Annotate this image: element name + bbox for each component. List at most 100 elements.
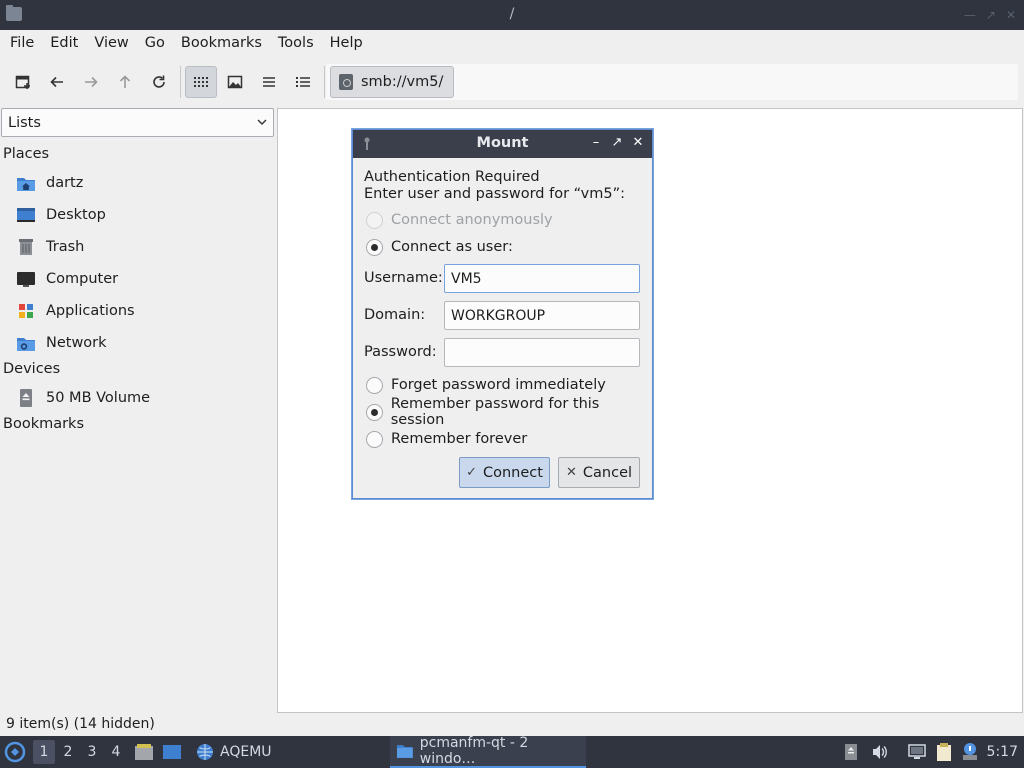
start-menu-button[interactable] xyxy=(4,736,26,768)
path-crumb-label: smb://vm5/ xyxy=(361,74,444,90)
place-item-desktop[interactable]: Desktop xyxy=(16,202,106,228)
trash-icon xyxy=(19,239,33,255)
bookmarks-heading: Bookmarks xyxy=(3,416,85,432)
radio-indicator xyxy=(366,376,383,394)
side-panel-mode-value: Lists xyxy=(8,114,41,131)
window-titlebar: / — ↗ ✕ xyxy=(0,0,1024,30)
password-label: Password: xyxy=(364,344,437,360)
path-crumb-button[interactable]: smb://vm5/ xyxy=(330,66,455,98)
password-field[interactable] xyxy=(444,338,640,367)
aqemu-task[interactable]: AQEMU xyxy=(196,736,272,768)
clipboard-tray[interactable] xyxy=(935,736,953,768)
update-notifier-tray[interactable] xyxy=(961,736,979,768)
device-item-label: 50 MB Volume xyxy=(46,390,151,406)
network-drive-icon xyxy=(339,74,353,90)
cancel-button[interactable]: ✕ Cancel xyxy=(558,457,640,488)
pcmanfm-task-label: pcmanfm-qt - 2 windo… xyxy=(419,735,529,767)
menubar: File Edit View Go Bookmarks Tools Help xyxy=(0,30,1024,56)
radio-indicator xyxy=(366,430,383,448)
forget-password-radio[interactable]: Forget password immediately xyxy=(366,375,606,395)
maximize-icon[interactable]: ↗ xyxy=(986,8,996,22)
chevron-down-icon xyxy=(257,119,267,125)
desktop-switch-1[interactable]: 1 xyxy=(33,740,55,764)
up-button[interactable] xyxy=(109,66,141,98)
image-icon xyxy=(227,75,243,89)
device-item-volume[interactable]: 50 MB Volume xyxy=(16,385,150,411)
place-item-applications[interactable]: Applications xyxy=(16,298,135,324)
radio-label: Forget password immediately xyxy=(391,377,606,393)
radio-indicator xyxy=(366,238,383,256)
domain-field[interactable] xyxy=(444,301,640,330)
remember-forever-radio[interactable]: Remember forever xyxy=(366,429,527,449)
taskbar: 1 2 3 4 AQEMU pcmanfm-qt - 2 windo… 5:17 xyxy=(0,735,1024,768)
domain-label: Domain: xyxy=(364,307,426,323)
grid-view-icon xyxy=(194,77,208,87)
forward-button[interactable] xyxy=(75,66,107,98)
desktop-switch-3[interactable]: 3 xyxy=(81,740,103,764)
applications-icon xyxy=(19,304,33,318)
place-item-computer[interactable]: Computer xyxy=(16,266,118,292)
connect-as-user-radio[interactable]: Connect as user: xyxy=(366,237,513,257)
compact-view-button[interactable] xyxy=(253,66,285,98)
menu-tools[interactable]: Tools xyxy=(270,30,322,56)
file-manager-launcher[interactable] xyxy=(134,736,154,768)
removable-media-tray[interactable] xyxy=(843,736,859,768)
minimize-icon[interactable]: — xyxy=(964,8,976,22)
menu-bookmarks[interactable]: Bookmarks xyxy=(173,30,270,56)
place-item-label: Computer xyxy=(46,271,119,287)
thumbnail-view-button[interactable] xyxy=(219,66,251,98)
place-item-trash[interactable]: Trash xyxy=(16,234,84,260)
username-field[interactable] xyxy=(444,264,640,293)
close-icon[interactable]: ✕ xyxy=(631,135,645,151)
drive-eject-icon xyxy=(20,389,32,407)
maximize-icon[interactable]: ↗ xyxy=(610,135,624,151)
pcmanfm-task[interactable]: pcmanfm-qt - 2 windo… xyxy=(390,735,586,768)
menu-view[interactable]: View xyxy=(86,30,136,56)
dialog-titlebar[interactable]: Mount – ↗ ✕ xyxy=(353,130,652,158)
menu-file[interactable]: File xyxy=(2,30,42,56)
radio-indicator xyxy=(366,403,383,421)
folder-icon xyxy=(396,745,413,758)
toolbar-separator xyxy=(180,66,181,98)
place-item-label: Trash xyxy=(46,239,85,255)
close-icon: ✕ xyxy=(565,465,577,480)
minimize-icon[interactable]: – xyxy=(589,135,603,151)
clipboard-icon xyxy=(937,743,951,761)
status-text: 9 item(s) (14 hidden) xyxy=(6,716,155,732)
menu-edit[interactable]: Edit xyxy=(42,30,86,56)
place-item-label: Network xyxy=(46,335,107,351)
close-icon[interactable]: ✕ xyxy=(1006,8,1016,22)
network-icon xyxy=(17,338,35,351)
desktop-switch-2[interactable]: 2 xyxy=(57,740,79,764)
connect-anonymously-radio[interactable]: Connect anonymously xyxy=(366,210,553,230)
places-heading: Places xyxy=(3,146,50,162)
connect-button[interactable]: ✓ Connect xyxy=(459,457,550,488)
arrow-right-icon xyxy=(85,76,98,88)
radio-label: Remember password for this session xyxy=(390,396,600,428)
clock[interactable]: 5:17 xyxy=(987,736,1018,768)
network-tray[interactable] xyxy=(907,736,927,768)
place-item-network[interactable]: Network xyxy=(16,330,107,356)
detailed-view-button[interactable] xyxy=(287,66,319,98)
desktop-icon xyxy=(17,208,35,222)
reload-button[interactable] xyxy=(143,66,175,98)
menu-go[interactable]: Go xyxy=(137,30,173,56)
show-desktop-button[interactable] xyxy=(162,736,182,768)
new-tab-button[interactable] xyxy=(7,66,39,98)
lxqt-logo-icon xyxy=(4,741,26,763)
volume-tray[interactable] xyxy=(871,736,889,768)
path-bar[interactable]: smb://vm5/ xyxy=(326,64,1018,100)
remember-session-radio[interactable]: Remember password for this session xyxy=(366,396,652,428)
place-item-home[interactable]: dartz xyxy=(16,170,83,196)
auth-prompt-text: Enter user and password for “vm5”: xyxy=(364,186,625,202)
desktop-switch-4[interactable]: 4 xyxy=(105,740,127,764)
desktop-icon xyxy=(163,745,181,759)
toolbar-separator xyxy=(324,66,325,98)
cancel-button-label: Cancel xyxy=(582,464,633,481)
new-tab-icon xyxy=(15,75,30,89)
back-button[interactable] xyxy=(41,66,73,98)
side-panel-mode-select[interactable]: Lists xyxy=(1,108,274,137)
menu-help[interactable]: Help xyxy=(322,30,371,56)
place-item-label: Desktop xyxy=(46,207,106,223)
icon-view-button[interactable] xyxy=(185,66,217,98)
